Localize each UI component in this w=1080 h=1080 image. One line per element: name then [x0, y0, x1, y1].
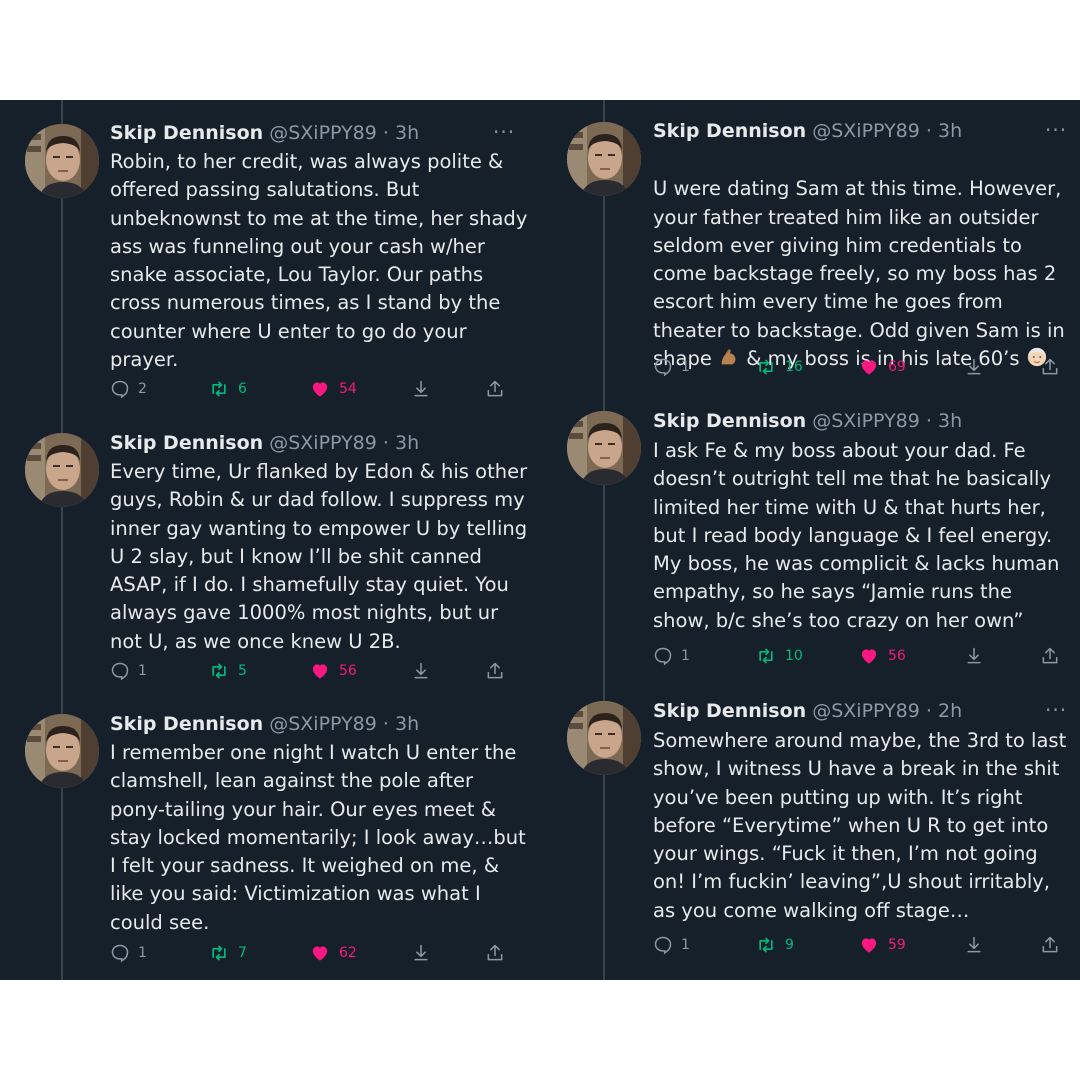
retweet-count: 10	[785, 648, 803, 664]
retweet-button[interactable]: 9	[755, 930, 794, 960]
tweet-time[interactable]: · 3h	[926, 120, 962, 142]
like-count: 59	[888, 937, 906, 953]
profile-photo	[25, 124, 99, 198]
tweet-time[interactable]: · 2h	[926, 700, 962, 722]
author-name[interactable]: Skip Dennison	[110, 432, 263, 454]
download-icon	[967, 358, 981, 375]
reply-icon	[654, 358, 672, 377]
retweet-icon	[759, 359, 773, 375]
avatar[interactable]	[25, 433, 99, 507]
retweet-count: 9	[785, 937, 794, 953]
avatar[interactable]	[567, 122, 641, 196]
reply-icon	[654, 936, 672, 955]
author-handle[interactable]: @SXiPPY89	[812, 410, 920, 432]
tweet-time[interactable]: · 3h	[383, 122, 419, 144]
like-button[interactable]: 56	[858, 641, 906, 671]
reply-button[interactable]: 1	[653, 352, 690, 382]
retweet-button[interactable]: 10	[755, 641, 803, 671]
retweet-count: 16	[785, 359, 803, 375]
thread-line	[603, 100, 605, 980]
tweet-time[interactable]: · 3h	[926, 410, 962, 432]
avatar[interactable]	[25, 714, 99, 788]
profile-photo	[567, 122, 641, 196]
tweet-actions: 1 16 69	[0, 352, 1080, 382]
heart-icon	[861, 938, 877, 953]
share-icon	[1042, 647, 1058, 664]
author-name[interactable]: Skip Dennison	[110, 713, 263, 735]
thread-line	[61, 100, 63, 980]
more-options-icon[interactable]: ···	[1045, 698, 1067, 722]
tweet-text: I remember one night I watch U enter the…	[110, 741, 526, 934]
profile-photo	[567, 411, 641, 485]
reply-count: 1	[681, 359, 690, 375]
profile-photo	[567, 701, 641, 775]
author-name[interactable]: Skip Dennison	[653, 410, 806, 432]
share-button[interactable]	[1040, 641, 1060, 671]
tweet-text: Robin, to her credit, was always polite …	[110, 150, 528, 372]
author-handle[interactable]: @SXiPPY89	[812, 700, 920, 722]
reply-count: 2	[138, 381, 147, 397]
tweet-text: Every time, Ur flanked by Edon & his oth…	[110, 460, 528, 653]
tweet-text: U were dating Sam at this time. However,…	[653, 147, 1065, 373]
heart-icon	[861, 360, 877, 375]
tweet-text-body: U were dating Sam at this time. However,…	[653, 177, 1065, 342]
retweet-icon	[212, 381, 226, 397]
tweet-actions: 1 9 59	[0, 930, 1080, 960]
author-name[interactable]: Skip Dennison	[653, 700, 806, 722]
retweet-icon	[759, 937, 773, 953]
reply-count: 1	[681, 648, 690, 664]
retweet-count: 6	[238, 381, 247, 397]
profile-photo	[25, 433, 99, 507]
heart-icon	[312, 382, 328, 397]
reply-button[interactable]: 1	[653, 930, 690, 960]
reply-icon	[111, 380, 129, 399]
share-icon	[1042, 358, 1058, 375]
author-handle[interactable]: @SXiPPY89	[269, 122, 377, 144]
like-button[interactable]: 59	[858, 930, 906, 960]
download-icon	[967, 936, 981, 953]
share-button[interactable]	[1040, 930, 1060, 960]
download-icon	[967, 647, 981, 664]
bookmark-button[interactable]	[964, 352, 984, 382]
heart-icon	[861, 649, 877, 664]
author-handle[interactable]: @SXiPPY89	[269, 432, 377, 454]
reply-count: 1	[681, 937, 690, 953]
bookmark-button[interactable]	[964, 641, 984, 671]
reply-icon	[654, 647, 672, 666]
download-icon	[414, 380, 428, 397]
share-button[interactable]	[1040, 352, 1060, 382]
share-icon	[487, 380, 503, 397]
more-options-icon[interactable]: ···	[1045, 118, 1067, 142]
author-name[interactable]: Skip Dennison	[110, 122, 263, 144]
like-count: 69	[888, 359, 906, 375]
avatar[interactable]	[567, 411, 641, 485]
tweet-text: Somewhere around maybe, the 3rd to last …	[653, 729, 1067, 922]
tweet-actions: 1 10 56	[0, 641, 1080, 671]
tweet-text: I ask Fe & my boss about your dad. Fe do…	[653, 439, 1060, 632]
author-handle[interactable]: @SXiPPY89	[812, 120, 920, 142]
author-handle[interactable]: @SXiPPY89	[269, 713, 377, 735]
like-count: 56	[888, 648, 906, 664]
avatar[interactable]	[25, 124, 99, 198]
tweet-time[interactable]: · 3h	[383, 432, 419, 454]
tweet-time[interactable]: · 3h	[383, 713, 419, 735]
reply-button[interactable]: 1	[653, 641, 690, 671]
avatar[interactable]	[567, 701, 641, 775]
more-options-icon[interactable]: ···	[493, 120, 515, 144]
share-icon	[1042, 936, 1058, 953]
author-name[interactable]: Skip Dennison	[653, 120, 806, 142]
bookmark-button[interactable]	[964, 930, 984, 960]
retweet-button[interactable]: 16	[755, 352, 803, 382]
retweet-icon	[759, 648, 773, 664]
like-button[interactable]: 69	[858, 352, 906, 382]
profile-photo	[25, 714, 99, 788]
like-count: 54	[339, 381, 357, 397]
